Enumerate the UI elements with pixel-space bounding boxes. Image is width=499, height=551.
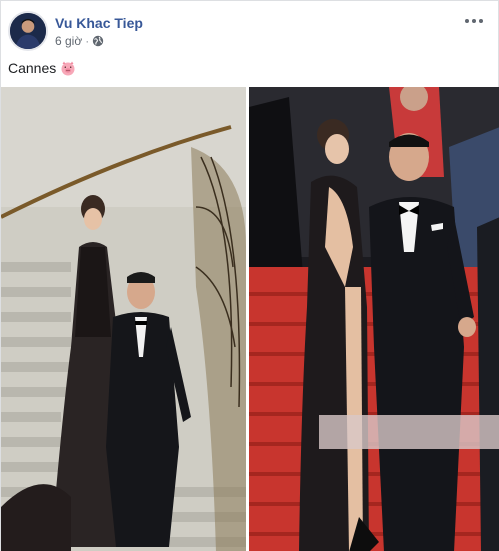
post-timestamp[interactable]: 6 giờ — [55, 34, 82, 48]
more-dot — [472, 19, 476, 23]
globe-icon[interactable] — [92, 35, 104, 47]
meta-separator: · — [85, 34, 90, 48]
post-card: Vu Khac Tiep 6 giờ · Cannes — [0, 0, 499, 551]
more-dot — [465, 19, 469, 23]
avatar-image — [10, 13, 46, 49]
post-text: Cannes — [8, 60, 76, 76]
more-options-button[interactable] — [462, 11, 486, 31]
more-dot — [479, 19, 483, 23]
post-text-content: Cannes — [8, 60, 57, 76]
photo-staircase[interactable] — [1, 87, 246, 551]
post-meta: 6 giờ · — [55, 34, 104, 48]
photo-staircase-image — [1, 87, 246, 551]
author-avatar[interactable] — [8, 11, 48, 51]
photo-red-carpet-image — [249, 87, 499, 551]
pig-face-icon — [60, 60, 76, 76]
author-name[interactable]: Vu Khac Tiep — [55, 15, 143, 31]
photo-red-carpet[interactable] — [249, 87, 499, 551]
